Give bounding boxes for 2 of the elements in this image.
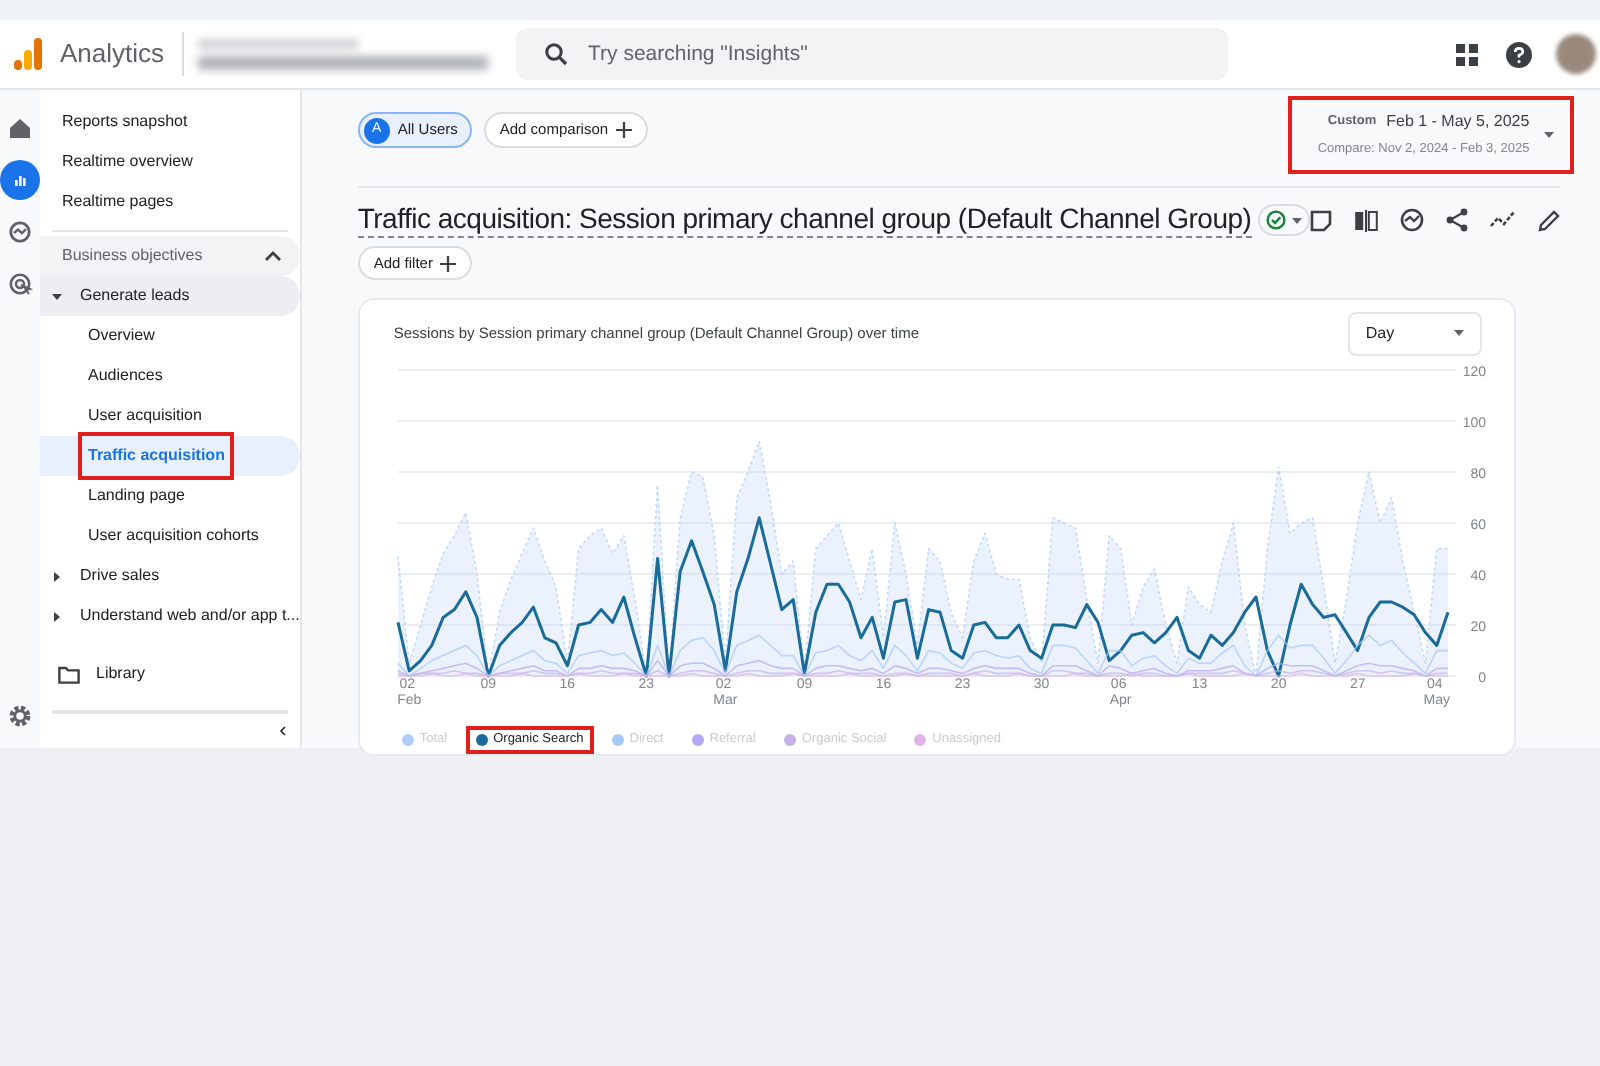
report-title: Traffic acquisition: Session primary channel group (Default Channel Group) (357, 202, 1252, 238)
product-name: Analytics (60, 36, 165, 73)
